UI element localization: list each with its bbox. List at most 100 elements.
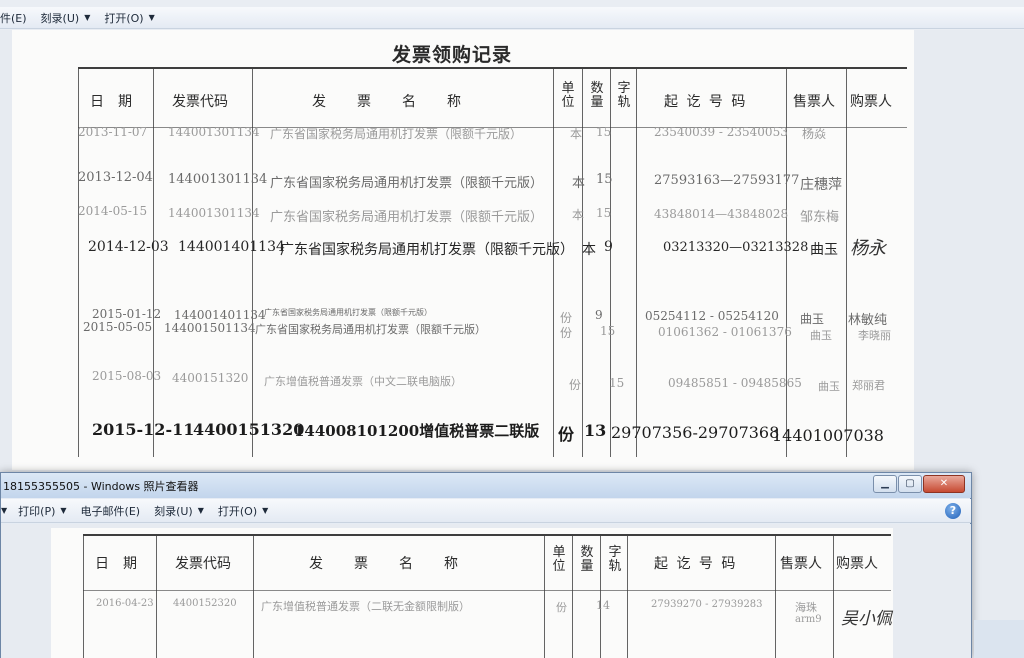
header-qty: 数量 — [580, 545, 594, 574]
window-titlebar[interactable]: 18155355505 - Windows 照片查看器 ▁ ▢ ✕ — [1, 473, 971, 498]
desktop-background — [974, 620, 1024, 658]
row-name: 广东省国家税务局通用机打发票（限额千元版） — [270, 210, 544, 225]
row-code: 144001301134 — [168, 172, 268, 187]
header-seller: 售票人 — [780, 556, 822, 572]
toolbar-burn-label: 刻录(U) — [154, 504, 193, 518]
header-qty: 数量 — [590, 81, 604, 110]
row-date: 2014-12-03 — [88, 239, 169, 255]
close-button[interactable]: ✕ — [923, 475, 965, 493]
row-qty: 15 — [596, 125, 612, 139]
column-rule — [544, 534, 545, 658]
header-bottom-rule — [83, 590, 891, 591]
toolbar-email-button[interactable]: 件(E) — [0, 7, 34, 28]
header-range: 起 讫 号 码 — [664, 94, 748, 110]
row-qty: 13 — [584, 421, 607, 440]
toolbar-print-button[interactable]: 打印(P) ▼ — [11, 499, 73, 522]
caption-buttons: ▁ ▢ ✕ — [872, 475, 965, 493]
document-title: 发票领购记录 — [392, 44, 513, 66]
toolbar-burn-button[interactable]: 刻录(U) ▼ — [147, 499, 211, 522]
row-buyer: 郑丽君 — [852, 379, 885, 392]
buyer-signature: 吴小佩 — [841, 609, 892, 629]
row-unit: 份 — [569, 378, 582, 392]
column-rule — [775, 534, 776, 658]
row-date: 2015-12-11 — [92, 420, 195, 439]
row-date: 2015-08-03 — [92, 369, 162, 383]
image-canvas[interactable]: 日 期 发票代码 发 票 名 称 单位 数量 字轨 起 讫 号 码 售票人 购票… — [1, 524, 971, 658]
row-seller: 曲玉 — [818, 380, 840, 393]
column-rule — [582, 67, 583, 457]
row-unit: 本 — [572, 176, 586, 191]
row-range: 29707356-29707368 — [611, 423, 780, 442]
column-rule — [833, 534, 834, 658]
chevron-down-icon: ▼ — [60, 506, 67, 515]
toolbar-print-label: 打印(P) — [18, 504, 56, 518]
header-buyer: 购票人 — [836, 556, 878, 572]
row-qty: 15 — [600, 324, 616, 338]
row-unit: 本 — [570, 127, 583, 141]
row-range: 43848014—43848028 — [654, 207, 789, 221]
table-top-rule — [78, 67, 907, 69]
row-range: 01061362 - 01061376 — [658, 325, 792, 339]
chevron-down-icon: ▼ — [84, 13, 91, 22]
header-seller: 售票人 — [793, 94, 835, 110]
row-range: 05254112 - 05254120 — [645, 309, 779, 323]
row-seller: 曲玉 — [810, 242, 838, 258]
maximize-icon: ▢ — [905, 478, 915, 489]
row-code: 4400151320 — [193, 420, 305, 439]
close-icon: ✕ — [939, 478, 949, 489]
toolbar-burn-button[interactable]: 刻录(U) ▼ — [34, 7, 98, 28]
header-code: 发票代码 — [172, 94, 228, 110]
toolbar-email-label: 电子邮件(E) — [80, 504, 141, 518]
row-date: 2013-12-04 — [78, 170, 153, 185]
toolbar-open-button[interactable]: 打开(O) ▼ — [97, 7, 161, 28]
column-rule — [153, 67, 154, 457]
row-name: 广东省国家税务局通用机打发票（限额千元版） — [270, 176, 544, 191]
row-range: 23540039 - 23540053 — [654, 125, 788, 139]
column-rule — [636, 67, 637, 457]
maximize-button[interactable]: ▢ — [898, 475, 922, 493]
column-rule — [553, 67, 554, 457]
minimize-button[interactable]: ▁ — [873, 475, 897, 493]
row-date: 2014-05-15 — [78, 204, 148, 218]
column-rule — [846, 67, 847, 457]
row-seller: 曲玉 — [810, 329, 832, 342]
header-name: 发 票 名 称 — [309, 556, 459, 572]
header-date: 日 期 — [90, 94, 132, 110]
header-date: 日 期 — [95, 556, 137, 572]
row-unit: 份 — [556, 601, 567, 614]
window-title: 18155355505 - Windows 照片查看器 — [3, 479, 199, 493]
row-unit: 本 — [572, 208, 585, 222]
row-unit: 份 — [558, 425, 575, 444]
chevron-down-icon: ▼ — [262, 506, 269, 515]
row-seller: 曲玉 — [800, 312, 825, 326]
row-name: 广东增值税普通发票（二联无金额限制版） — [261, 600, 470, 613]
header-track: 字轨 — [617, 81, 631, 110]
row-qty: 15 — [596, 206, 612, 220]
column-rule — [572, 534, 573, 658]
scanned-document: 日 期 发票代码 发 票 名 称 单位 数量 字轨 起 讫 号 码 售票人 购票… — [51, 528, 893, 658]
row-buyer: 林敏纯 — [848, 313, 888, 328]
row-qty: 9 — [604, 239, 613, 255]
row-name: 广东增值税普通发票（中文二联电脑版） — [264, 375, 462, 388]
toolbar-open-label: 打开(O) — [217, 504, 258, 518]
back-toolbar: 件(E) 刻录(U) ▼ 打开(O) ▼ — [0, 7, 1024, 29]
row-name: 广东省国家税务局通用机打发票（限额千元版） — [255, 323, 486, 336]
toolbar-file-button[interactable]: ▼ — [1, 499, 11, 522]
row-code: 144001401134 — [178, 239, 285, 255]
row-seller: 杨焱 — [802, 127, 827, 141]
toolbar-open-button[interactable]: 打开(O) ▼ — [211, 499, 275, 522]
row-date: 2013-11-07 — [78, 125, 148, 139]
row-seller: 庄穗萍 — [800, 177, 842, 193]
row-name: 广东省国家税务局通用机打发票（限额千元版） — [270, 127, 523, 141]
help-icon[interactable]: ? — [945, 503, 961, 519]
minimize-icon: ▁ — [881, 478, 889, 489]
column-rule — [253, 534, 254, 658]
row-unit: 份 — [560, 326, 573, 340]
toolbar-email-button[interactable]: 电子邮件(E) — [74, 499, 148, 522]
row-date: 2015-05-05 — [83, 320, 153, 334]
column-rule — [156, 534, 157, 658]
table-top-rule — [83, 534, 891, 536]
row-code: 4400152320 — [173, 598, 237, 609]
toolbar-open-label: 打开(O) — [104, 11, 144, 25]
row-code: 144001301134 — [168, 125, 260, 139]
